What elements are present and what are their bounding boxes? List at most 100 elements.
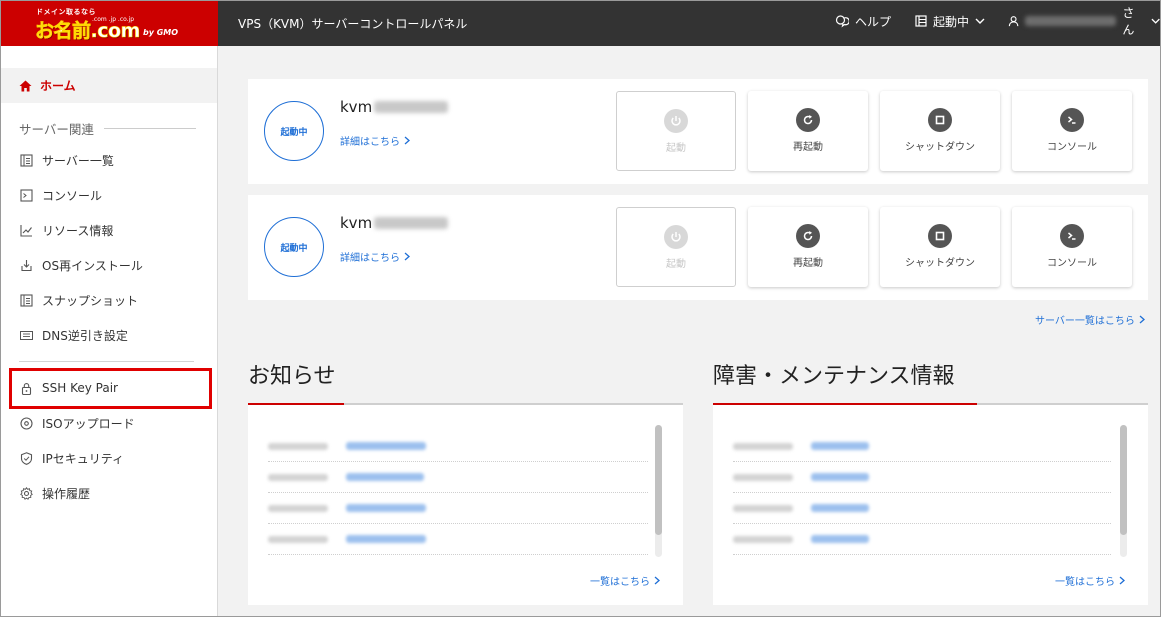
start-label: 起動: [666, 143, 686, 154]
server-detail-link[interactable]: 詳細はこちら: [340, 249, 410, 264]
sidebar-item-os-reinstall[interactable]: OS再インストール: [1, 250, 217, 280]
restart-button[interactable]: 再起動: [748, 207, 868, 287]
maintenance-item[interactable]: [733, 524, 1111, 555]
start-button[interactable]: 起動: [616, 91, 736, 171]
chevron-right-icon: [404, 136, 410, 145]
shutdown-button[interactable]: シャットダウン: [880, 91, 1000, 171]
sidebar-item-ip-security[interactable]: IPセキュリティ: [1, 443, 217, 473]
server-list-link-label: サーバー一覧はこちら: [1035, 316, 1135, 327]
more-link-label: 一覧はこちら: [1055, 577, 1115, 588]
chevron-right-icon: [404, 252, 410, 261]
sidebar-item-console[interactable]: コンソール: [1, 180, 217, 210]
news-item[interactable]: [268, 493, 648, 524]
restart-icon: [796, 224, 820, 248]
server-name: kvm: [340, 214, 449, 232]
sidebar-item-home[interactable]: ホーム: [1, 68, 217, 103]
status-dropdown[interactable]: 起動中: [915, 13, 985, 29]
snapshot-icon: [20, 293, 33, 307]
server-status-badge: 起動中: [264, 217, 324, 277]
shutdown-label: シャットダウン: [905, 258, 975, 269]
server-list-icon: [915, 15, 927, 27]
console-button[interactable]: コンソール: [1012, 91, 1132, 171]
detail-link-label: 詳細はこちら: [340, 137, 400, 148]
gear-icon: [20, 486, 33, 500]
news-title-redacted: [346, 504, 426, 512]
maintenance-item[interactable]: [733, 431, 1111, 462]
sidebar-item-label: DNS逆引き設定: [42, 328, 128, 343]
sidebar-item-label: OS再インストール: [42, 258, 143, 273]
news-item[interactable]: [268, 524, 648, 555]
news-section-title: お知らせ: [248, 364, 336, 389]
scrollbar-thumb[interactable]: [1120, 425, 1127, 535]
sidebar-group-label: サーバー関連: [19, 122, 94, 137]
sidebar-item-iso-upload[interactable]: ISOアップロード: [1, 408, 217, 438]
server-name-redacted: [374, 217, 449, 229]
stop-icon: [928, 108, 952, 132]
restart-icon: [796, 108, 820, 132]
restart-label: 再起動: [793, 142, 823, 153]
sidebar-item-server-list[interactable]: サーバー一覧: [1, 145, 217, 175]
server-name-text: kvm: [340, 98, 373, 116]
help-label: ヘルプ: [855, 14, 892, 29]
dns-icon: [20, 330, 33, 340]
power-icon: [664, 109, 688, 133]
server-name-redacted: [374, 101, 449, 113]
detail-link-label: 詳細はこちら: [340, 253, 400, 264]
app-title: VPS（KVM）サーバーコントロールパネル: [238, 17, 468, 31]
sidebar-item-history[interactable]: 操作履歴: [1, 478, 217, 508]
maintenance-section-title: 障害・メンテナンス情報: [713, 364, 955, 389]
reinstall-icon: [21, 259, 32, 271]
news-date-redacted: [268, 536, 328, 543]
maintenance-item[interactable]: [733, 493, 1111, 524]
server-list-link[interactable]: サーバー一覧はこちら: [1035, 312, 1145, 327]
news-more-link[interactable]: 一覧はこちら: [590, 573, 660, 588]
console-icon: [20, 188, 33, 202]
terminal-icon: [1060, 224, 1084, 248]
server-status-badge: 起動中: [264, 101, 324, 161]
shutdown-button[interactable]: シャットダウン: [880, 207, 1000, 287]
sidebar-group-server: サーバー関連: [19, 119, 196, 138]
server-card: 起動中 kvm 詳細はこちら 起動 再起動 シャットダウン コンソール: [248, 79, 1148, 184]
maintenance-more-link[interactable]: 一覧はこちら: [1055, 573, 1125, 588]
maintenance-date-redacted: [733, 443, 793, 450]
news-scrollbar[interactable]: [655, 425, 662, 557]
shield-icon: [20, 451, 33, 465]
console-button[interactable]: コンソール: [1012, 207, 1132, 287]
shutdown-label: シャットダウン: [905, 142, 975, 153]
news-title-redacted: [346, 535, 426, 543]
sidebar-item-label: 操作履歴: [42, 486, 91, 501]
user-name-redacted: [1025, 16, 1117, 26]
maintenance-date-redacted: [733, 536, 793, 543]
onamae-logo[interactable]: ドメイン取るなら お名前.com .com .jp .co.jp by GMO: [1, 1, 218, 46]
maintenance-scrollbar[interactable]: [1120, 425, 1127, 557]
maintenance-title-redacted: [811, 473, 869, 481]
news-item[interactable]: [268, 431, 648, 462]
news-date-redacted: [268, 505, 328, 512]
start-button[interactable]: 起動: [616, 207, 736, 287]
sidebar-item-dns[interactable]: DNS逆引き設定: [1, 320, 217, 350]
server-list-icon: [20, 153, 33, 167]
news-date-redacted: [268, 443, 328, 450]
stop-icon: [928, 224, 952, 248]
maintenance-title-redacted: [811, 442, 869, 450]
help-button[interactable]: ヘルプ: [835, 13, 891, 29]
sidebar-item-label: リソース情報: [42, 223, 114, 238]
restart-button[interactable]: 再起動: [748, 91, 868, 171]
start-label: 起動: [666, 259, 686, 270]
sidebar-item-label: ISOアップロード: [42, 416, 135, 431]
console-label: コンソール: [1047, 142, 1097, 153]
server-detail-link[interactable]: 詳細はこちら: [340, 133, 410, 148]
sidebar-item-label: スナップショット: [42, 293, 139, 308]
maintenance-item[interactable]: [733, 462, 1111, 493]
help-chat-icon: [835, 15, 849, 28]
maintenance-date-redacted: [733, 505, 793, 512]
resource-chart-icon: [20, 224, 32, 237]
news-item[interactable]: [268, 462, 648, 493]
sidebar-item-resource[interactable]: リソース情報: [1, 215, 217, 245]
maintenance-panel: 一覧はこちら: [713, 405, 1148, 605]
scrollbar-thumb[interactable]: [655, 425, 662, 535]
sidebar-item-snapshot[interactable]: スナップショット: [1, 285, 217, 315]
maintenance-title-redacted: [811, 504, 869, 512]
logo-subtext: .com .jp .co.jp: [92, 16, 135, 23]
user-menu[interactable]: さん: [1008, 6, 1160, 37]
